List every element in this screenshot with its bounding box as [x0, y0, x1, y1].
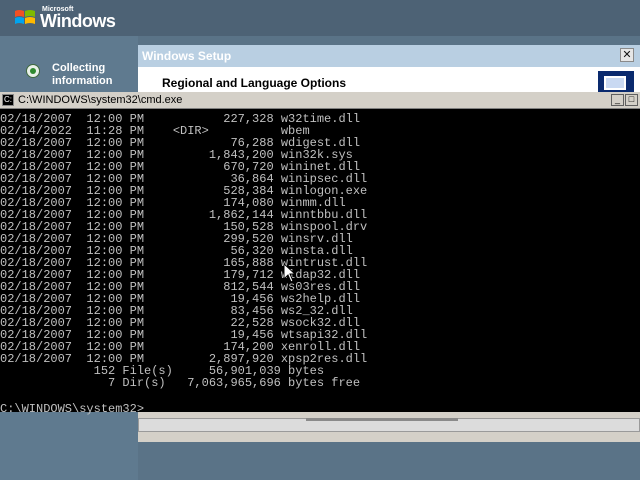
setup-step-collecting-information: Collecting information — [26, 62, 136, 92]
cmd-minimize-button[interactable]: _ — [611, 94, 624, 106]
summary-dirs: 7 Dir(s) 7,063,965,696 bytes free — [0, 376, 361, 390]
console-output: 02/18/2007 12:00 PM 227,328 w32time.dll … — [0, 113, 640, 412]
command-prompt-line[interactable]: C:\WINDOWS\system32> — [0, 402, 153, 416]
cmd-title: C:\WINDOWS\system32\cmd.exe — [18, 94, 183, 106]
directory-listing: 02/18/2007 12:00 PM 227,328 w32time.dll … — [0, 113, 640, 365]
setup-step-label: Collecting information — [52, 62, 113, 87]
command-prompt-window[interactable]: C: C:\WINDOWS\system32\cmd.exe _ □ 02/18… — [0, 92, 640, 416]
setup-progress-indicator — [306, 418, 458, 421]
setup-title: Windows Setup — [142, 49, 232, 63]
windows-logo: Microsoft Windows — [14, 4, 124, 32]
cmd-title-bar[interactable]: C: C:\WINDOWS\system32\cmd.exe _ □ — [0, 92, 640, 109]
setup-close-button[interactable]: ✕ — [620, 48, 634, 62]
setup-page-heading: Regional and Language Options — [162, 76, 347, 90]
setup-status-area — [138, 412, 640, 442]
cmd-maximize-button[interactable]: □ — [625, 94, 638, 106]
top-banner: Microsoft Windows — [0, 0, 640, 36]
step-current-bullet-icon — [26, 64, 40, 78]
prompt-text: C:\WINDOWS\system32> — [0, 402, 145, 416]
logo-windows-text: Windows — [40, 11, 116, 31]
cmd-window-icon: C: — [2, 94, 14, 106]
windows-flag-icon — [15, 10, 35, 24]
mouse-pointer-icon — [284, 264, 296, 283]
setup-title-bar[interactable]: Windows Setup ✕ — [138, 45, 640, 67]
